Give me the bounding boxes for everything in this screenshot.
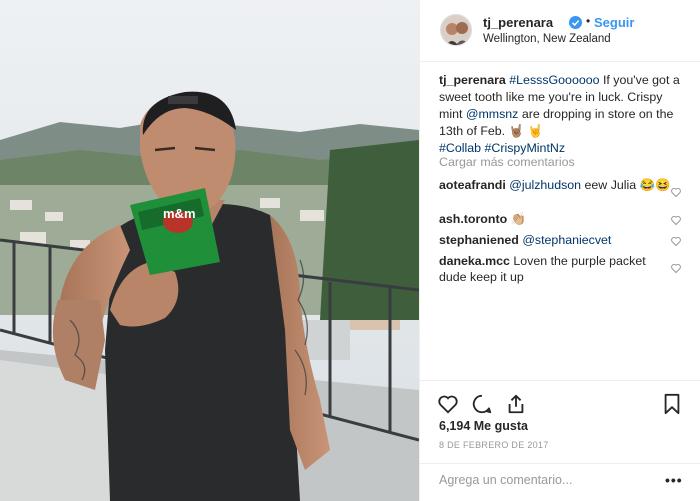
caption-mention[interactable]: @mmsnz [466, 107, 519, 121]
comment-username[interactable]: ash.toronto [439, 212, 507, 226]
post-photo[interactable]: m&m [0, 0, 419, 501]
avatar-image [441, 15, 471, 45]
caption-hashtag-collab[interactable]: #Collab [439, 141, 481, 155]
post-actions: 6,194 Me gusta 8 DE FEBRERO DE 2017 ••• [420, 380, 700, 500]
comment-mention[interactable]: @julzhudson [509, 178, 581, 192]
comment-username[interactable]: daneka.mcc [439, 254, 510, 268]
load-more-comments[interactable]: Cargar más comentarios [439, 155, 575, 169]
header-username[interactable]: tj_perenara [483, 15, 553, 30]
comment-like-heart-icon[interactable] [670, 262, 682, 274]
comment-item: ash.toronto 👏🏼 [439, 211, 675, 227]
location-link[interactable]: Wellington, New Zealand [483, 33, 611, 45]
post-sidebar: tj_perenara • Seguir Wellington, New Zea… [419, 0, 700, 501]
caption: tj_perenara #LesssGoooooo If you've got … [439, 72, 689, 157]
verified-badge-icon [569, 16, 582, 29]
add-comment-input[interactable] [439, 473, 639, 487]
comment-icon[interactable] [471, 393, 493, 415]
bookmark-icon[interactable] [661, 393, 683, 415]
caption-hashtag[interactable]: #LesssGoooooo [509, 73, 599, 87]
comment-mention[interactable]: @stephaniecvet [522, 233, 611, 247]
likes-count[interactable]: 6,194 Me gusta [439, 419, 528, 433]
instagram-post: m&m tj_perenara • Seguir Wellington, New… [0, 0, 700, 501]
heart-icon[interactable] [437, 393, 459, 415]
comment-username[interactable]: aoteafrandi [439, 178, 506, 192]
bag-logo-text: m&m [163, 206, 196, 221]
comment-item: aoteafrandi @julzhudson eew Julia 😂😆 [439, 177, 675, 193]
comment-username[interactable]: stephaniened [439, 233, 519, 247]
avatar[interactable] [440, 14, 472, 46]
comment-text: eew Julia 😂😆 [581, 178, 671, 192]
caption-username[interactable]: tj_perenara [439, 73, 506, 87]
follow-button[interactable]: Seguir [594, 15, 634, 30]
comment-like-heart-icon[interactable] [670, 235, 682, 247]
post-header: tj_perenara • Seguir Wellington, New Zea… [420, 0, 700, 62]
comment-text: 👏🏼 [507, 212, 527, 226]
photo-illustration: m&m [0, 0, 419, 501]
more-options-icon[interactable]: ••• [665, 472, 683, 488]
share-icon[interactable] [505, 393, 527, 415]
comment-like-heart-icon[interactable] [670, 214, 682, 226]
comment-like-heart-icon[interactable] [670, 186, 682, 198]
post-date[interactable]: 8 DE FEBRERO DE 2017 [439, 440, 549, 450]
comment-item: daneka.mcc Loven the purple packet dude … [439, 253, 675, 285]
comment-item: stephaniened @stephaniecvet [439, 232, 675, 248]
caption-hashtag-crispymint[interactable]: #CrispyMintNz [484, 141, 565, 155]
add-comment-bar: ••• [420, 463, 700, 501]
caption-text: tj_perenara #LesssGoooooo If you've got … [439, 73, 680, 155]
header-separator: • [586, 14, 591, 28]
